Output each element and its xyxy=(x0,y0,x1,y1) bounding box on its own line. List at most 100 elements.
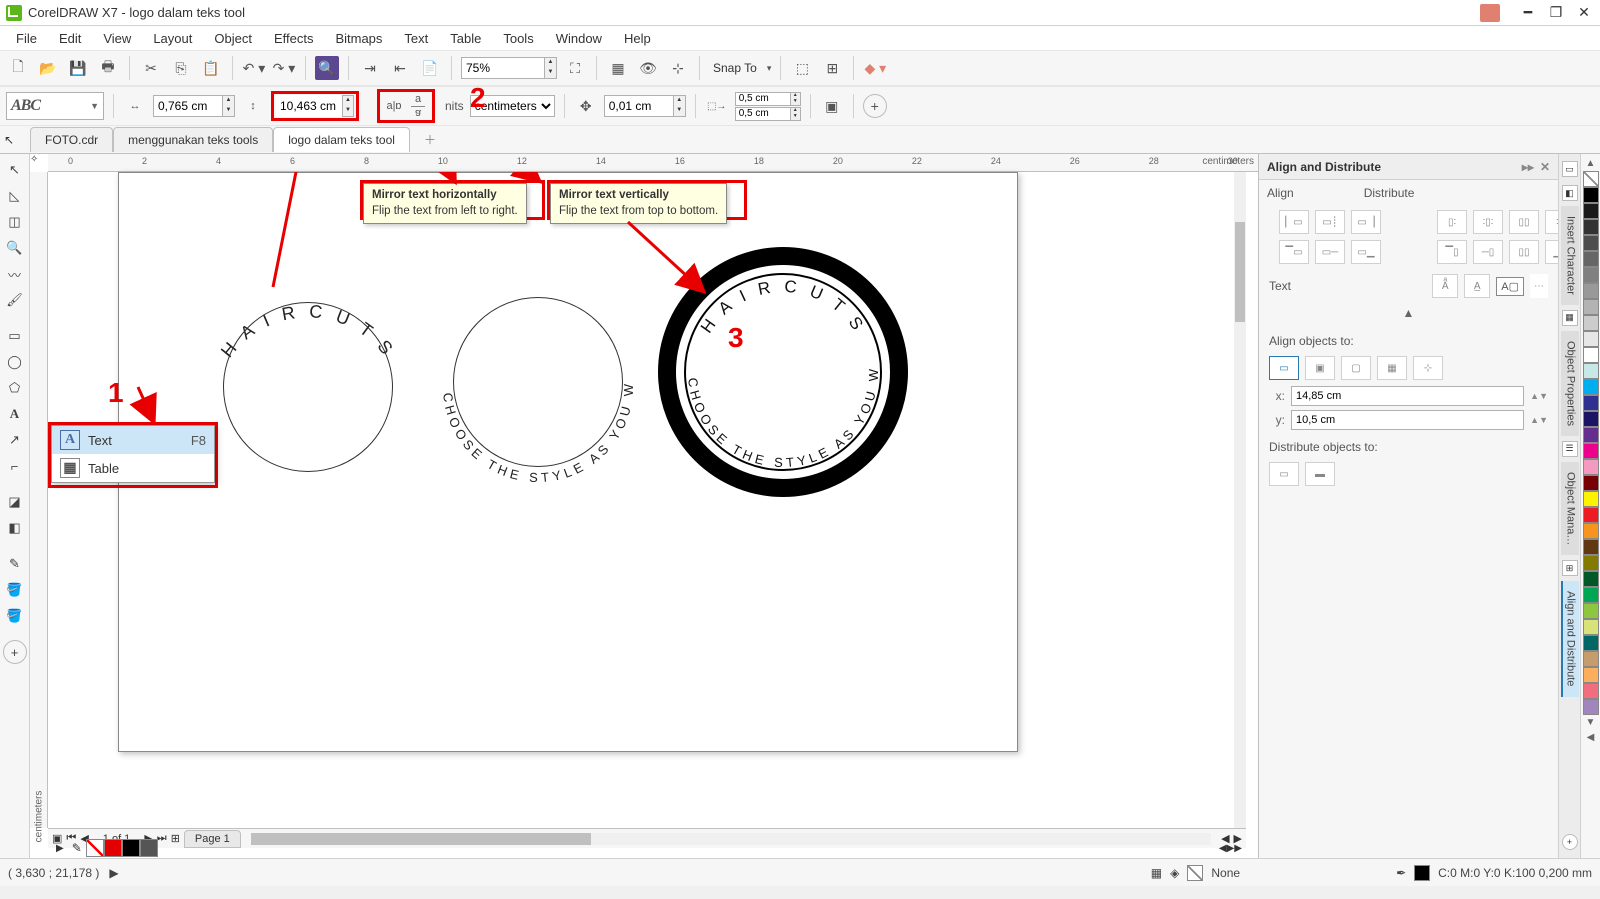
vtab-align-distribute[interactable]: Align and Distribute xyxy=(1561,581,1579,696)
pal-gray20[interactable] xyxy=(1583,315,1599,331)
smart-fill-icon[interactable]: 🪣 xyxy=(3,604,27,628)
alignto-page-edge-icon[interactable]: ▣ xyxy=(1305,356,1335,380)
ruler-origin-icon[interactable]: ✧ xyxy=(30,154,48,172)
docker-collapse-icon[interactable]: ▸▸ xyxy=(1522,160,1534,174)
swatch-none[interactable] xyxy=(86,839,104,857)
pal-gray40[interactable] xyxy=(1583,283,1599,299)
menu-text[interactable]: Text xyxy=(394,28,438,49)
text-tool-icon[interactable]: A xyxy=(3,402,27,426)
pal-greendark[interactable] xyxy=(1583,571,1599,587)
open-icon[interactable]: 📂 xyxy=(36,56,60,80)
status-fill-none-swatch[interactable] xyxy=(1187,865,1203,881)
textopt4-icon[interactable]: ⋯ xyxy=(1530,274,1548,298)
nudge-input[interactable] xyxy=(604,95,674,117)
align-center-v-icon[interactable]: ▭─ xyxy=(1315,240,1345,264)
tab-foto[interactable]: FOTO.cdr xyxy=(30,127,113,152)
polygon-tool-icon[interactable]: ⬠ xyxy=(3,376,27,400)
pal-gray10[interactable] xyxy=(1583,331,1599,347)
docker-collapse-up-icon[interactable]: ▲ xyxy=(1259,304,1558,326)
vtab-object-manager[interactable]: Object Mana… xyxy=(1561,462,1579,555)
align-left-icon[interactable]: ▏▭ xyxy=(1279,210,1309,234)
launch-icon[interactable]: ⊞ xyxy=(820,56,844,80)
swatch-gray[interactable] xyxy=(140,839,158,857)
copy-icon[interactable]: ⎘ xyxy=(169,56,193,80)
maximize-button[interactable]: ❐ xyxy=(1546,4,1566,21)
status-next-icon[interactable]: ▶ xyxy=(109,866,118,880)
add-preset-icon[interactable]: + xyxy=(863,94,887,118)
shape-tool-icon[interactable]: ◺ xyxy=(3,184,27,208)
menu-file[interactable]: File xyxy=(6,28,47,49)
dockertab-icon-5[interactable]: ⊞ xyxy=(1562,560,1578,576)
distto-page-icon[interactable]: ▬ xyxy=(1305,462,1335,486)
textopt2-icon[interactable]: A̲ xyxy=(1464,274,1490,298)
palette-expand-icon[interactable]: ◀ xyxy=(1587,730,1595,745)
vtab-insert-character[interactable]: Insert Character xyxy=(1561,206,1579,305)
pal-yellow[interactable] xyxy=(1583,491,1599,507)
pal-cyan[interactable] xyxy=(1583,379,1599,395)
ellipse-tool-icon[interactable]: ◯ xyxy=(3,350,27,374)
zoom-tool-icon[interactable]: 🔍 xyxy=(3,236,27,260)
dist-left-icon[interactable]: ▯∶ xyxy=(1437,210,1467,234)
dist-space-h-icon[interactable]: ▯▯ xyxy=(1509,210,1539,234)
height-input[interactable] xyxy=(276,95,342,117)
menu-object[interactable]: Object xyxy=(204,28,262,49)
width-input[interactable] xyxy=(153,95,223,117)
pal-lime[interactable] xyxy=(1583,603,1599,619)
doc-palette-nav-right-icon[interactable]: ▶▶ xyxy=(1227,843,1242,854)
freehand-tool-icon[interactable]: 〰 xyxy=(3,262,27,286)
status-fill-icon[interactable]: ◈ xyxy=(1170,866,1179,880)
minimize-button[interactable]: ━ xyxy=(1518,4,1538,21)
pal-gray50[interactable] xyxy=(1583,267,1599,283)
dockertab-icon-4[interactable]: ☰ xyxy=(1562,441,1578,457)
palette-nav-left-icon[interactable]: ▶ xyxy=(52,843,68,854)
import-icon[interactable]: ⇥ xyxy=(358,56,382,80)
pal-red[interactable] xyxy=(1583,507,1599,523)
pal-teal[interactable] xyxy=(1583,635,1599,651)
pal-magenta[interactable] xyxy=(1583,443,1599,459)
cut-icon[interactable]: ✂ xyxy=(139,56,163,80)
alignto-page-center-icon[interactable]: ▢ xyxy=(1341,356,1371,380)
pal-olive[interactable] xyxy=(1583,555,1599,571)
swatch-black[interactable] xyxy=(122,839,140,857)
pal-orange[interactable] xyxy=(1583,523,1599,539)
duplicate-distance[interactable]: ▲▼ ▲▼ xyxy=(735,92,801,121)
new-icon[interactable]: 🗋 xyxy=(6,56,30,80)
crop-tool-icon[interactable]: ◫ xyxy=(3,210,27,234)
pal-cyanlight[interactable] xyxy=(1583,363,1599,379)
align-x-input[interactable] xyxy=(1291,386,1524,406)
pal-brown[interactable] xyxy=(1583,539,1599,555)
alignto-active-icon[interactable]: ▭ xyxy=(1269,356,1299,380)
vertical-scrollbar[interactable] xyxy=(1234,172,1246,828)
ruler-vertical[interactable]: centimeters xyxy=(30,172,48,828)
menu-bitmaps[interactable]: Bitmaps xyxy=(325,28,392,49)
menu-window[interactable]: Window xyxy=(546,28,612,49)
close-button[interactable]: ✕ xyxy=(1574,4,1594,21)
swatch-red[interactable] xyxy=(104,839,122,857)
zoom-input[interactable] xyxy=(461,57,545,79)
fullscreen-icon[interactable]: ⛶ xyxy=(563,56,587,80)
pal-reddk[interactable] xyxy=(1583,475,1599,491)
user-account-icon[interactable] xyxy=(1480,4,1500,22)
dockertab-icon-1[interactable]: ▭ xyxy=(1562,161,1578,177)
pal-salmon[interactable] xyxy=(1583,683,1599,699)
canvas[interactable]: H A I R C U T S CAN CHOOSE THE STYLE AS … xyxy=(48,172,1246,828)
doc-palette-nav-left-icon[interactable]: ◀ xyxy=(1219,843,1227,854)
pal-bluedeep[interactable] xyxy=(1583,411,1599,427)
interactive-fill-icon[interactable]: 🪣 xyxy=(3,578,27,602)
distto-selection-icon[interactable]: ▭ xyxy=(1269,462,1299,486)
menu-view[interactable]: View xyxy=(93,28,141,49)
pal-blue[interactable] xyxy=(1583,395,1599,411)
zoom-level[interactable]: ▲▼ xyxy=(461,57,557,79)
pal-gray90[interactable] xyxy=(1583,203,1599,219)
rectangle-tool-icon[interactable]: ▭ xyxy=(3,324,27,348)
paste-icon[interactable]: 📋 xyxy=(199,56,223,80)
dockertab-icon-2[interactable]: ◧ xyxy=(1562,185,1578,201)
align-bottom-icon[interactable]: ▭▁ xyxy=(1351,240,1381,264)
artistic-media-icon[interactable]: 🖌 xyxy=(3,288,27,312)
transparency-icon[interactable]: ◧ xyxy=(3,516,27,540)
align-top-icon[interactable]: ▔▭ xyxy=(1279,240,1309,264)
font-list-dropdown[interactable]: ABC ▼ xyxy=(6,92,104,120)
align-y-input[interactable] xyxy=(1291,410,1524,430)
quick-customize-icon[interactable]: + xyxy=(3,640,27,664)
publish-pdf-icon[interactable]: 📄 xyxy=(418,56,442,80)
